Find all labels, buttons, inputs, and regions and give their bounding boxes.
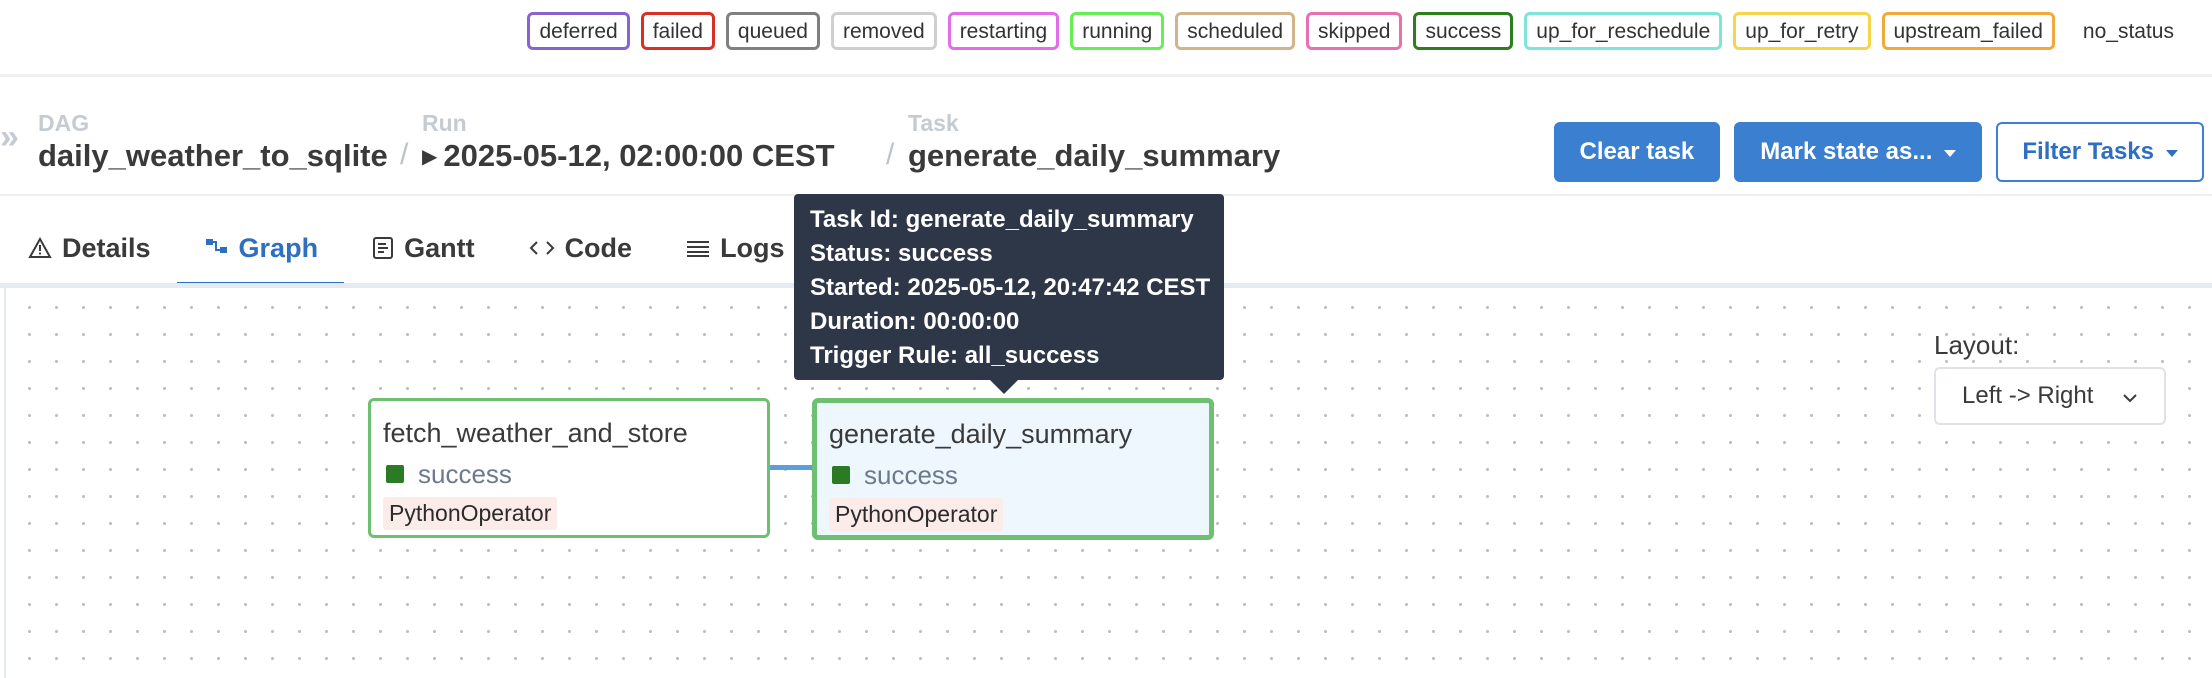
breadcrumb-run-text: 2025-05-12, 02:00:00 CEST [443, 138, 835, 173]
legend-up-for-retry[interactable]: up_for_retry [1733, 12, 1871, 50]
breadcrumb-task-label: Task [908, 110, 959, 136]
task-tooltip: Task Id: generate_daily_summary Status: … [794, 194, 1224, 380]
mark-state-button[interactable]: Mark state as... [1734, 122, 1983, 182]
tab-logs[interactable]: Logs [658, 218, 811, 286]
breadcrumb-run[interactable]: Run ▶ 2025-05-12, 02:00:00 CEST [422, 110, 835, 176]
clear-task-label: Clear task [1579, 138, 1695, 165]
task-edge [770, 465, 816, 470]
filter-tasks-label: Filter Tasks [2022, 138, 2154, 165]
breadcrumb-separator: / [400, 138, 409, 171]
code-icon [529, 238, 555, 258]
legend-up-for-reschedule[interactable]: up_for_reschedule [1524, 12, 1723, 50]
caret-down-icon [1944, 150, 1957, 157]
layout-label: Layout: [1934, 330, 2020, 360]
legend-upstream-failed[interactable]: upstream_failed [1881, 12, 2055, 50]
task-node-title: fetch_weather_and_store [383, 418, 688, 448]
legend-removed[interactable]: removed [830, 12, 937, 50]
legend-running[interactable]: running [1070, 12, 1165, 50]
legend-success[interactable]: success [1413, 12, 1514, 50]
breadcrumb-dag-label: DAG [38, 110, 90, 136]
legend-restarting[interactable]: restarting [947, 12, 1060, 50]
clear-task-button[interactable]: Clear task [1553, 122, 1721, 182]
legend-scheduled[interactable]: scheduled [1175, 12, 1296, 50]
task-node-status-text: success [418, 459, 512, 489]
airflow-task-instance-page: deferred failed queued removed restartin… [0, 0, 2212, 678]
gantt-icon [372, 236, 394, 260]
breadcrumb-task-value[interactable]: generate_daily_summary [908, 136, 1280, 176]
tooltip-arrow [990, 380, 1018, 394]
play-icon: ▶ [422, 146, 438, 168]
layout-select-value: Left -> Right [1962, 382, 2094, 409]
warning-triangle-icon [28, 237, 52, 259]
task-node-fetch-weather-and-store[interactable]: fetch_weather_and_store success PythonOp… [368, 398, 770, 538]
graph-icon [205, 237, 229, 259]
tooltip-status: Status: success [810, 240, 993, 267]
tab-bar: Details Graph Gantt Code Logs [0, 218, 811, 286]
caret-down-icon [2166, 150, 2178, 157]
breadcrumb-separator: / [886, 138, 895, 171]
filter-tasks-button[interactable]: Filter Tasks [1996, 122, 2204, 182]
tab-code[interactable]: Code [501, 218, 659, 286]
tab-gantt[interactable]: Gantt [344, 218, 501, 286]
tab-details-label: Details [62, 232, 151, 263]
breadcrumb-dag-value[interactable]: daily_weather_to_sqlite [38, 136, 388, 176]
breadcrumb-run-label: Run [422, 110, 467, 136]
tooltip-task-id: Task Id: generate_daily_summary [810, 206, 1194, 233]
legend-queued[interactable]: queued [725, 12, 820, 50]
legend-skipped[interactable]: skipped [1306, 12, 1403, 50]
state-legend: deferred failed queued removed restartin… [527, 12, 2186, 50]
tooltip-duration: Duration: 00:00:00 [810, 308, 1020, 335]
task-actions: Clear task Mark state as... Filter Tasks [1553, 122, 2204, 182]
tooltip-started: Started: 2025-05-12, 20:47:42 CEST [810, 274, 1211, 301]
task-node-generate-daily-summary[interactable]: generate_daily_summary success PythonOpe… [812, 398, 1214, 540]
breadcrumb-task[interactable]: Task generate_daily_summary [908, 110, 1280, 176]
tooltip-trigger-rule: Trigger Rule: all_success [810, 342, 1100, 369]
operator-tag: PythonOperator [383, 497, 558, 530]
double-chevron-right-icon[interactable]: » [0, 118, 19, 157]
mark-state-label: Mark state as... [1760, 138, 1933, 165]
task-node-title: generate_daily_summary [829, 419, 1133, 449]
breadcrumb: » DAG daily_weather_to_sqlite / Run ▶ 202… [0, 110, 1500, 190]
legend-no-status[interactable]: no_status [2065, 12, 2186, 50]
breadcrumb-dag[interactable]: DAG daily_weather_to_sqlite [38, 110, 388, 176]
tab-details[interactable]: Details [0, 218, 177, 286]
operator-tag: PythonOperator [829, 498, 1004, 531]
task-node-status: success [829, 456, 1197, 494]
status-square-icon [386, 465, 404, 483]
breadcrumb-run-value[interactable]: ▶ 2025-05-12, 02:00:00 CEST [422, 136, 835, 176]
top-divider [0, 74, 2212, 77]
list-icon [686, 238, 710, 258]
tab-logs-label: Logs [720, 232, 785, 263]
task-node-status-text: success [864, 460, 958, 490]
layout-select[interactable]: Left -> Right [1934, 367, 2166, 425]
tab-graph-label: Graph [238, 232, 319, 263]
legend-failed[interactable]: failed [640, 12, 715, 50]
task-node-status: success [383, 455, 755, 493]
tab-gantt-label: Gantt [404, 232, 475, 263]
tab-graph[interactable]: Graph [176, 218, 345, 286]
status-square-icon [832, 466, 850, 484]
tab-code-label: Code [564, 232, 633, 263]
legend-deferred[interactable]: deferred [527, 12, 630, 50]
chevron-down-icon [2122, 382, 2138, 410]
